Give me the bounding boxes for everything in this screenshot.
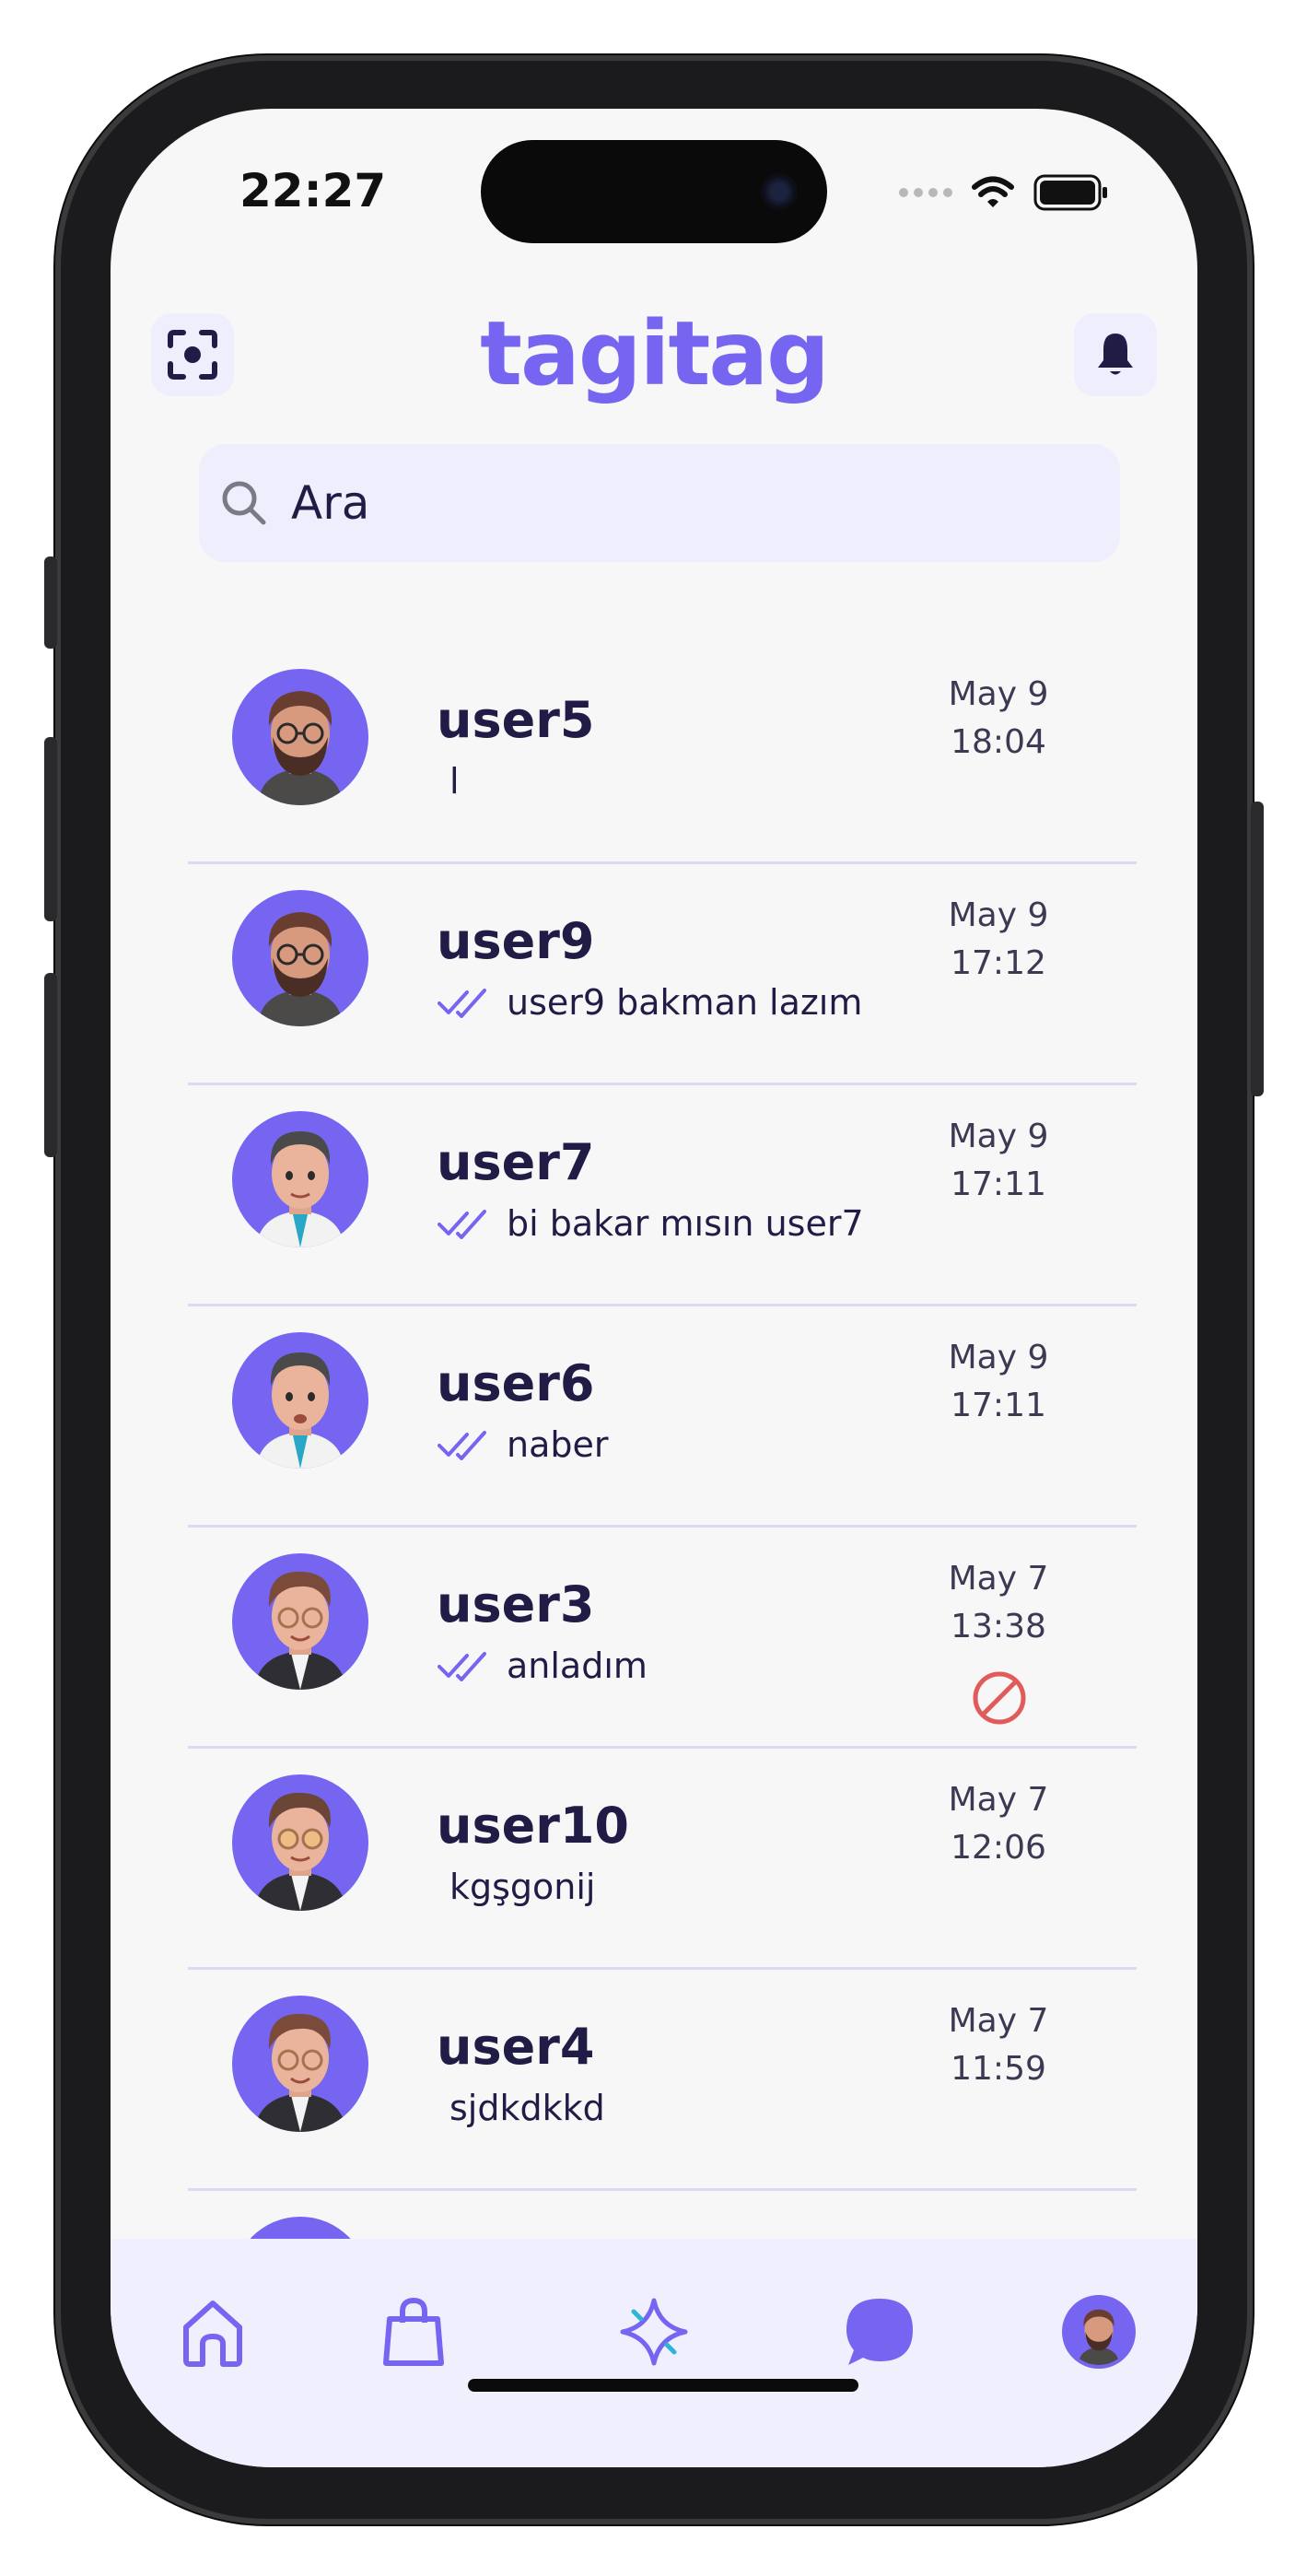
signal-icon: [899, 188, 952, 197]
chat-row[interactable]: user9 user9 bakman lazım May 9 17:12: [188, 864, 1137, 1085]
chat-preview: l: [437, 761, 460, 802]
status-icons: [899, 173, 1109, 212]
tab-profile[interactable]: [1057, 2290, 1140, 2373]
chat-message: l: [449, 761, 460, 802]
tab-discover[interactable]: [613, 2290, 695, 2373]
avatar: [232, 1553, 368, 1690]
chat-message: user9 bakman lazım: [507, 982, 863, 1023]
home-icon: [183, 2301, 242, 2367]
chat-row[interactable]: user10 kgşgonij May 7 12:06: [188, 1749, 1137, 1970]
chat-timestamp: May 9 17:11: [925, 1334, 1072, 1430]
chat-name: user6: [437, 1354, 595, 1412]
notifications-button[interactable]: [1074, 313, 1157, 396]
chat-time: 12:06: [951, 1829, 1046, 1867]
tab-home[interactable]: [171, 2290, 254, 2373]
chat-time: 17:11: [951, 1165, 1046, 1203]
chat-date: May 7: [948, 1560, 1049, 1598]
avatar: [232, 1332, 368, 1469]
chat-timestamp: May 9 18:04: [925, 671, 1072, 767]
dynamic-island: [481, 140, 827, 243]
chat-message: kgşgonij: [449, 1867, 596, 1907]
home-indicator: [468, 2379, 858, 2392]
avatar: [232, 1996, 368, 2132]
chat-list: user5 l May 9 18:04 user9 user9 bakman la…: [188, 643, 1137, 2412]
chat-name: user7: [437, 1133, 595, 1191]
search-bar[interactable]: Ara: [199, 444, 1120, 562]
chat-timestamp: May 9 17:12: [925, 892, 1072, 988]
chat-message: anladım: [507, 1645, 648, 1686]
chat-timestamp: May 7 13:38: [925, 1555, 1072, 1651]
chat-time: 11:59: [951, 2050, 1046, 2088]
chat-date: May 9: [948, 1118, 1049, 1155]
chat-name: user10: [437, 1797, 629, 1855]
double-check-icon: [438, 1431, 486, 1460]
chat-time: 17:11: [951, 1387, 1046, 1424]
chat-preview: naber: [437, 1424, 609, 1465]
chat-row[interactable]: user4 sjdkdkkd May 7 11:59: [188, 1970, 1137, 2191]
avatar: [232, 669, 368, 805]
chat-name: user4: [437, 2018, 595, 2076]
screen: 22:27 tagitag Ara user5 l May 9 18:04 us…: [111, 109, 1197, 2467]
chat-time: 17:12: [951, 944, 1046, 982]
bell-icon: [1098, 334, 1133, 375]
chat-preview: anladım: [437, 1645, 648, 1686]
profile-avatar: [1062, 2295, 1136, 2369]
camera-icon: [761, 173, 798, 210]
chat-timestamp: May 9 17:11: [925, 1113, 1072, 1209]
avatar: [232, 1111, 368, 1247]
chat-date: May 7: [948, 2002, 1049, 2040]
power-button: [1251, 802, 1264, 1096]
double-check-icon: [438, 989, 486, 1018]
chat-row[interactable]: user6 naber May 9 17:11: [188, 1306, 1137, 1528]
tab-shop[interactable]: [372, 2290, 455, 2373]
chat-date: May 9: [948, 1339, 1049, 1376]
chat-time: 18:04: [951, 723, 1046, 761]
volume-down-button: [44, 973, 57, 1157]
chat-row[interactable]: user3 anladım May 7 13:38: [188, 1528, 1137, 1749]
chat-timestamp: May 7 12:06: [925, 1776, 1072, 1872]
chat-message: sjdkdkkd: [449, 2088, 605, 2128]
shopping-bag-icon: [383, 2297, 444, 2366]
chat-date: May 9: [948, 675, 1049, 713]
battery-icon: [1033, 174, 1107, 211]
chat-row[interactable]: user5 l May 9 18:04: [188, 643, 1137, 864]
chat-row[interactable]: user7 bi bakar mısın user7 May 9 17:11: [188, 1085, 1137, 1306]
chat-time: 13:38: [951, 1608, 1046, 1645]
chat-preview: sjdkdkkd: [437, 2088, 605, 2128]
search-icon: [222, 481, 266, 525]
status-time: 22:27: [239, 164, 387, 217]
chat-message: naber: [507, 1424, 609, 1465]
chat-timestamp: May 7 11:59: [925, 1997, 1072, 2093]
avatar: [232, 890, 368, 1026]
tab-messages[interactable]: [838, 2290, 921, 2373]
wifi-icon: [972, 176, 1014, 207]
chat-preview: kgşgonij: [437, 1867, 596, 1907]
chat-name: user3: [437, 1575, 595, 1633]
search-input[interactable]: Ara: [291, 476, 369, 530]
chat-preview: user9 bakman lazım: [437, 982, 862, 1023]
action-button: [44, 556, 57, 649]
volume-up-button: [44, 737, 57, 921]
tab-bar: [111, 2239, 1197, 2467]
brand-logo: tagitag: [480, 302, 830, 405]
blocked-icon: [973, 1671, 1026, 1725]
chat-date: May 7: [948, 1781, 1049, 1819]
double-check-icon: [438, 1210, 486, 1239]
chat-name: user5: [437, 691, 595, 749]
chat-message: bi bakar mısın user7: [507, 1203, 864, 1244]
chat-preview: bi bakar mısın user7: [437, 1203, 864, 1244]
chat-bubble-icon: [846, 2299, 913, 2365]
chat-name: user9: [437, 912, 595, 970]
avatar: [232, 1774, 368, 1911]
chat-date: May 9: [948, 896, 1049, 934]
sparkle-icon: [620, 2298, 688, 2366]
double-check-icon: [438, 1652, 486, 1681]
